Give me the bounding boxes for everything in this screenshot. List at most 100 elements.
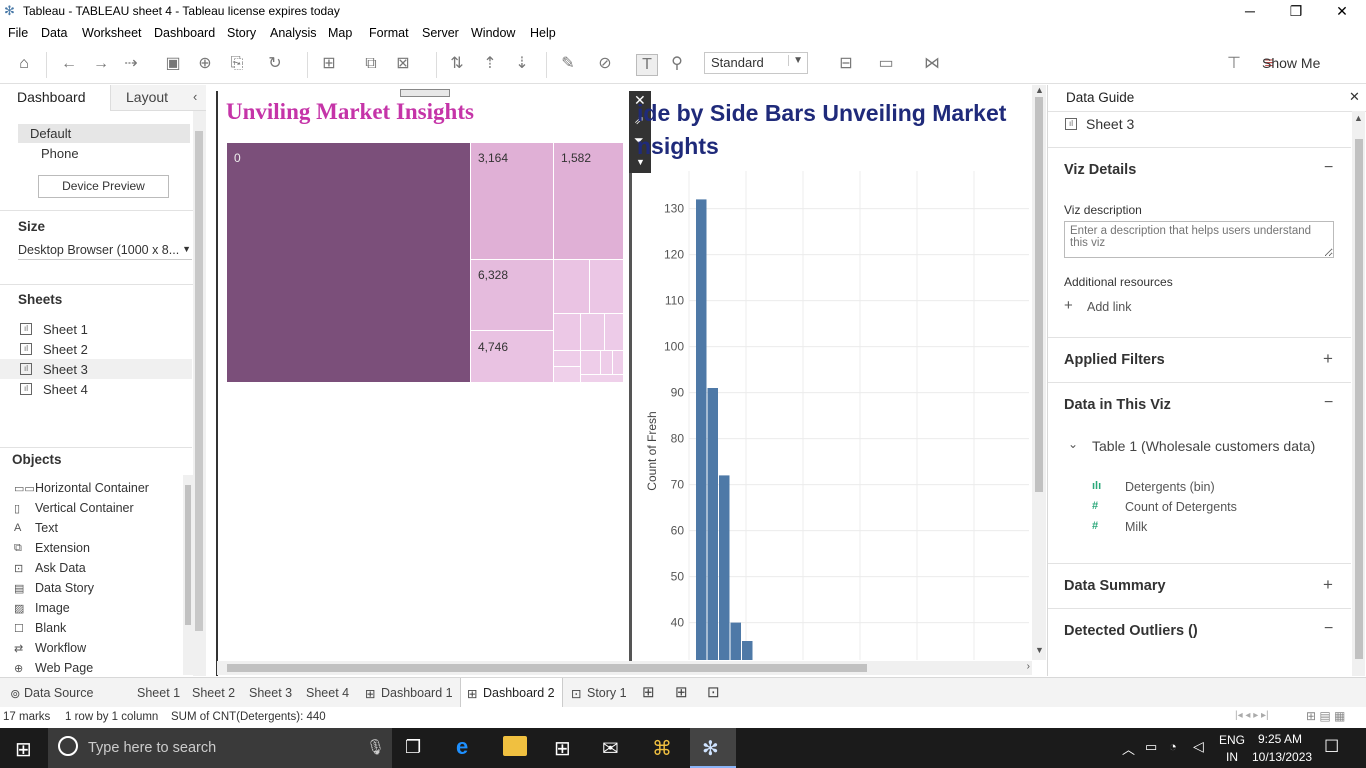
minimize-button[interactable]: ─ — [1227, 0, 1273, 23]
show-me-button[interactable]: Show Me — [1262, 55, 1320, 71]
notification-icon[interactable]: ☐ — [1324, 737, 1339, 757]
tab-sheet-3[interactable]: Sheet 3 — [249, 686, 292, 700]
treemap-cell[interactable] — [554, 314, 581, 351]
treemap-cell[interactable] — [590, 260, 624, 314]
device-preview-button[interactable]: Device Preview — [38, 175, 169, 198]
new-dashboard-tab-icon[interactable]: ⊞ — [675, 683, 688, 701]
menu-dashboard[interactable]: Dashboard — [154, 26, 215, 40]
device-phone[interactable]: Phone — [41, 146, 79, 161]
object-item[interactable]: ⊡ Ask Data — [14, 561, 184, 579]
collapse-icon[interactable]: ‹ — [193, 89, 197, 104]
undo-icon[interactable]: ← — [58, 54, 80, 74]
restore-button[interactable]: ❐ — [1273, 0, 1319, 23]
collapse-icon[interactable]: − — [1324, 159, 1333, 177]
collapse-icon[interactable]: − — [1324, 620, 1333, 638]
object-item[interactable]: ▨ Image — [14, 601, 184, 619]
tab-dashboard-2-active[interactable]: ⊞ Dashboard 2 — [460, 678, 563, 707]
treemap-cell[interactable] — [581, 314, 605, 351]
field-item[interactable]: # Milk — [1088, 520, 1328, 538]
windows-start-icon[interactable]: ⊞ — [15, 737, 32, 762]
tab-story-1[interactable]: Story 1 — [587, 686, 627, 700]
menu-window[interactable]: Window — [471, 26, 515, 40]
table-name[interactable]: Table 1 (Wholesale customers data) — [1092, 438, 1315, 454]
menu-data[interactable]: Data — [41, 26, 67, 40]
treemap-cell[interactable] — [605, 314, 624, 351]
format-painter-icon[interactable]: ⊤ — [1223, 54, 1245, 74]
treemap-container[interactable]: Unviling Market Insights 0 3,164 1,582 6… — [216, 89, 629, 676]
share-icon[interactable]: ⋈ — [921, 54, 943, 74]
object-item[interactable]: ⧉ Extension — [14, 541, 184, 559]
canvas-scrollbar-horizontal[interactable]: › — [217, 661, 1032, 675]
treemap-cell[interactable] — [554, 351, 581, 367]
viz-description-input[interactable] — [1064, 221, 1334, 258]
menu-help[interactable]: Help — [530, 26, 556, 40]
data-guide-scrollbar[interactable]: ▲ — [1352, 111, 1365, 676]
volume-icon[interactable]: ◁ — [1193, 738, 1204, 755]
size-dropdown[interactable]: Desktop Browser (1000 x 8... ▼ — [18, 242, 192, 260]
sort-ascending-icon[interactable]: ⇡ — [479, 54, 501, 74]
redo-icon[interactable]: → — [90, 54, 112, 74]
treemap-cell[interactable] — [581, 351, 601, 375]
clear-sheet-icon[interactable]: ⊠ — [392, 54, 414, 74]
paste-icon[interactable]: ⎘ — [226, 54, 248, 74]
file-explorer-icon[interactable] — [503, 736, 527, 756]
sheet-item-selected[interactable]: ıl Sheet 3 — [0, 359, 192, 379]
tab-sheet-4[interactable]: Sheet 4 — [306, 686, 349, 700]
refresh-icon[interactable]: ↻ — [264, 54, 286, 74]
viz-details-heading[interactable]: Viz Details — [1064, 162, 1136, 178]
close-button[interactable]: ✕ — [1319, 0, 1365, 23]
sheet-item[interactable]: ıl Sheet 4 — [18, 381, 198, 399]
histogram-bar[interactable] — [696, 199, 707, 660]
object-item[interactable]: ▭▭ Horizontal Container — [14, 481, 184, 499]
treemap-cell[interactable] — [581, 375, 624, 383]
nav-first-icon[interactable]: |◂ ◂ ▸ ▸| — [1235, 710, 1269, 721]
new-story-tab-icon[interactable]: ⊡ — [707, 683, 720, 701]
object-item[interactable]: ▯ Vertical Container — [14, 501, 184, 519]
duplicate-icon[interactable]: ⧉ — [360, 54, 382, 74]
detected-outliers-heading[interactable]: Detected Outliers () — [1064, 623, 1198, 639]
tableau-taskbar-button[interactable]: ✻ — [690, 728, 736, 768]
microphone-icon[interactable]: 🎙 — [366, 738, 385, 756]
expand-icon[interactable]: + — [1323, 349, 1333, 369]
clock-time[interactable]: 9:25 AM — [1258, 732, 1302, 746]
fit-dropdown[interactable]: Standard ▼ — [704, 52, 808, 74]
object-item[interactable]: ⇄ Workflow — [14, 641, 184, 659]
language-indicator[interactable]: ENG — [1219, 733, 1245, 747]
home-icon[interactable]: ⌂ — [13, 54, 35, 74]
histogram-bar[interactable] — [742, 641, 753, 660]
menu-format[interactable]: Format — [369, 26, 409, 40]
applied-filters-heading[interactable]: Applied Filters — [1064, 352, 1165, 368]
data-summary-heading[interactable]: Data Summary — [1064, 578, 1166, 594]
treemap-cell[interactable] — [227, 143, 471, 383]
new-data-source-icon[interactable]: ⊕ — [194, 54, 216, 74]
swap-icon[interactable]: ⇅ — [446, 54, 468, 74]
expand-icon[interactable]: + — [1323, 575, 1333, 595]
left-panel-scrollbar[interactable] — [193, 111, 206, 676]
data-in-viz-heading[interactable]: Data in This Viz — [1064, 397, 1171, 413]
menu-server[interactable]: Server — [422, 26, 459, 40]
mail-icon[interactable]: ✉ — [602, 736, 619, 761]
new-worksheet-icon[interactable]: ⊞ — [318, 54, 340, 74]
histogram-bar[interactable] — [707, 388, 719, 660]
tab-dashboard-1[interactable]: Dashboard 1 — [381, 686, 453, 700]
object-item[interactable]: ☐ Blank — [14, 621, 184, 639]
view-toggle-icons[interactable]: ⊞ ▤ ▦ — [1306, 709, 1345, 723]
collapse-icon[interactable]: − — [1324, 394, 1333, 412]
drag-handle[interactable] — [400, 89, 450, 97]
menu-map[interactable]: Map — [328, 26, 352, 40]
tab-dashboard[interactable]: Dashboard — [0, 85, 110, 111]
field-item[interactable]: # Count of Detergents — [1088, 500, 1328, 518]
object-item[interactable]: ▤ Data Story — [14, 581, 184, 599]
show-labels-icon[interactable]: T — [636, 54, 658, 76]
treemap-cell[interactable] — [554, 367, 581, 383]
tab-layout[interactable]: Layout ‹ — [110, 85, 206, 111]
histogram-container[interactable]: ide by Side Bars Unveiling Market nsight… — [632, 91, 1030, 660]
edge-icon[interactable]: e — [456, 734, 468, 760]
sheet-item[interactable]: ıl Sheet 2 — [18, 341, 198, 359]
add-link-button[interactable]: Add link — [1087, 300, 1131, 314]
chevron-down-icon[interactable]: ⌄ — [1068, 437, 1078, 451]
replay-icon[interactable]: ⇢ — [120, 54, 142, 74]
network-icon[interactable]: ▭ — [1145, 739, 1157, 755]
close-icon[interactable]: ✕ — [1349, 89, 1360, 105]
object-item[interactable]: A Text — [14, 521, 184, 539]
